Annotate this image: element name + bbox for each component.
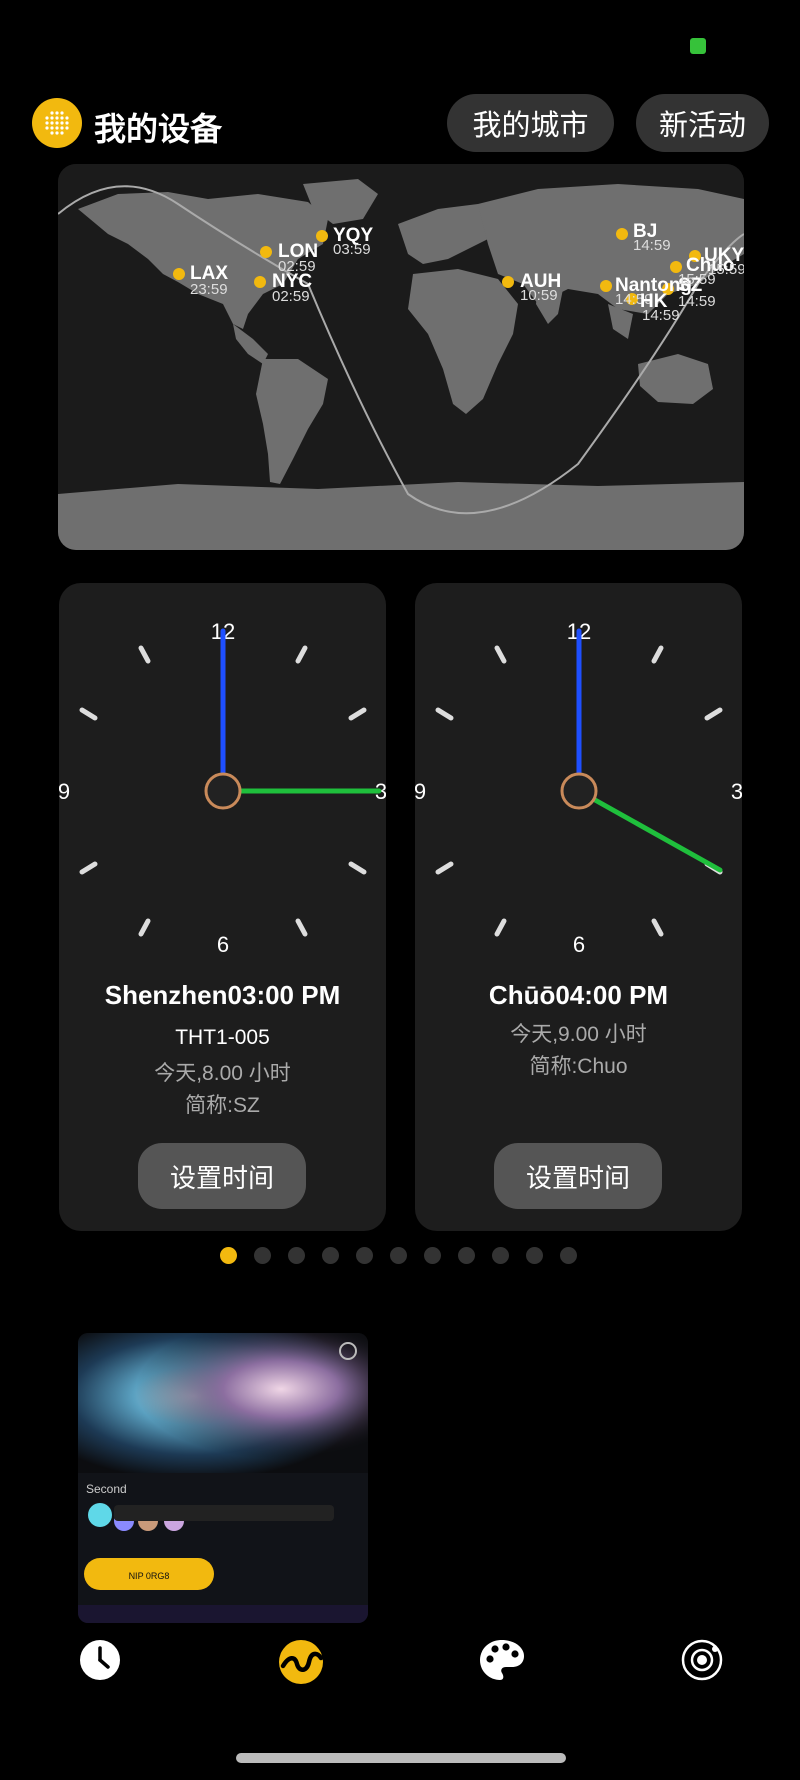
page-title: 我的设备	[94, 111, 223, 147]
dial-numeral-9: 9	[415, 779, 426, 804]
new-activity-button[interactable]: 新活动	[636, 94, 769, 152]
map-city-time: 02:59	[272, 288, 310, 305]
set-time-button[interactable]: 设置时间	[494, 1143, 662, 1209]
preview-section-label: Second	[86, 1482, 127, 1496]
watchface-preview[interactable]: Second NIP 0RG8	[78, 1333, 368, 1623]
device-id: THT1-005	[175, 1026, 270, 1049]
map-city-time: 14:59	[678, 293, 716, 310]
page-dot[interactable]	[526, 1247, 543, 1264]
map-city-time: 14:59	[633, 237, 671, 254]
abbr-label: 简称:SZ	[185, 1094, 260, 1117]
abbr-label: 简称:Chuo	[529, 1055, 628, 1078]
page-dot[interactable]	[390, 1247, 407, 1264]
clock-hub	[560, 772, 598, 810]
analog-clock: 12 6 9 3	[415, 619, 742, 957]
offset-label: 今天,8.00 小时	[154, 1062, 291, 1085]
page-dot[interactable]	[492, 1247, 509, 1264]
map-city-time: 15:59	[708, 261, 744, 278]
map-city-time: 14:59	[642, 307, 680, 324]
dial-numeral-3: 3	[731, 779, 742, 804]
page-dot[interactable]	[220, 1247, 237, 1264]
analog-clock: 12 6 9 3	[59, 619, 386, 957]
my-cities-button[interactable]: 我的城市	[447, 94, 614, 152]
hour-hand	[576, 788, 723, 873]
activity-icon[interactable]	[277, 1638, 324, 1684]
battery-icon	[690, 38, 706, 54]
clock-card[interactable]: 12 6 9 3 Shenzhen03:00 PM THT1-005 今天,8.…	[59, 583, 386, 1231]
bottom-nav	[0, 1618, 800, 1738]
page-dot[interactable]	[458, 1247, 475, 1264]
dial-numeral-6: 6	[217, 932, 229, 957]
page-dot[interactable]	[560, 1247, 577, 1264]
map-city-time: 10:59	[520, 287, 558, 304]
page-dot[interactable]	[424, 1247, 441, 1264]
orbit-icon[interactable]	[680, 1638, 724, 1682]
map-city-time: 23:59	[190, 281, 228, 298]
nebula-image: Second NIP 0RG8	[78, 1333, 368, 1623]
city-time-label: Chūō04:00 PM	[488, 980, 669, 1010]
clock-card[interactable]: 12 6 9 3 Chūō04:00 PM 今天,9.00 小时 简称:Chuo…	[415, 583, 742, 1231]
clock-hub	[204, 772, 242, 810]
palette-icon[interactable]	[478, 1638, 524, 1682]
page-dot[interactable]	[254, 1247, 271, 1264]
dial-numeral-6: 6	[573, 932, 585, 957]
offset-label: 今天,9.00 小时	[510, 1023, 647, 1046]
page-dot[interactable]	[322, 1247, 339, 1264]
page-indicator	[220, 1247, 577, 1265]
preview-action-button: NIP 0RG8	[129, 1571, 170, 1581]
dial-numeral-9: 9	[59, 779, 70, 804]
page-dot[interactable]	[356, 1247, 373, 1264]
map-city-time: 03:59	[333, 241, 371, 258]
home-indicator[interactable]	[236, 1753, 566, 1763]
page-dot[interactable]	[288, 1247, 305, 1264]
app-logo-icon[interactable]	[32, 98, 82, 148]
city-time-label: Shenzhen03:00 PM	[104, 980, 341, 1010]
clock-icon[interactable]	[78, 1638, 122, 1682]
set-time-button[interactable]: 设置时间	[138, 1143, 306, 1209]
world-map[interactable]: LAX 23:59 LON 02:59 NYC 02:59 YQY 03:59 …	[58, 164, 744, 550]
